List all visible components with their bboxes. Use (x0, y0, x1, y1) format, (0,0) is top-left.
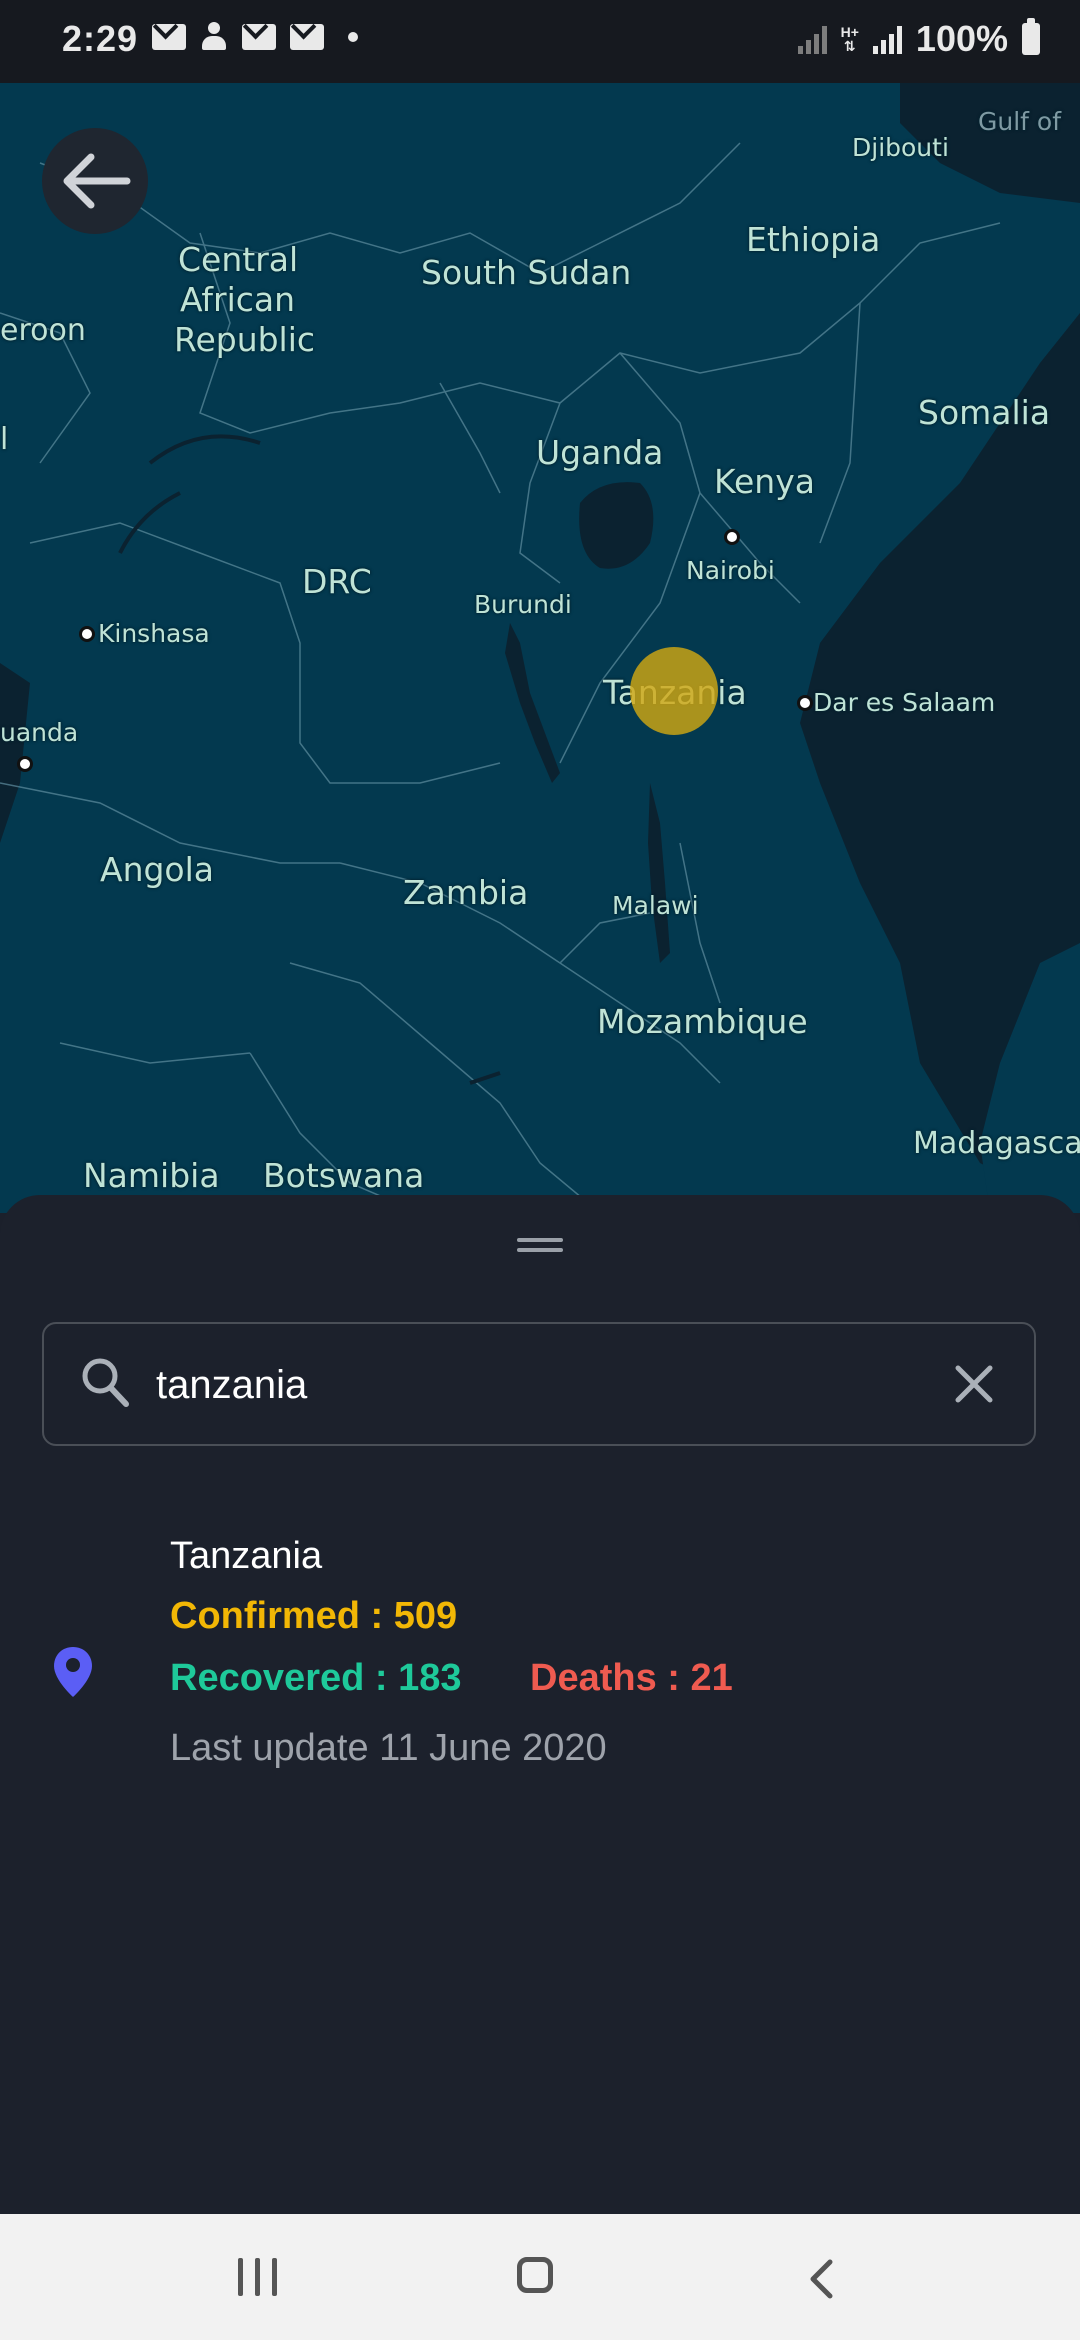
search-box (42, 1322, 1036, 1446)
gmail-icon (242, 24, 276, 50)
assistant-icon (200, 22, 228, 52)
map-label-central-african-republic: African (180, 280, 296, 319)
search-icon (82, 1358, 129, 1407)
country-marker[interactable] (630, 647, 718, 735)
map-view[interactable]: Djibouti Gulf of Ethiopia Central Africa… (0, 83, 1080, 1213)
map-label-djibouti: Djibouti (852, 133, 949, 162)
map-label-kenya: Kenya (714, 462, 815, 501)
map-label-nairobi: Nairobi (686, 556, 775, 585)
drag-handle[interactable] (517, 1238, 563, 1252)
map-label-drc: DRC (302, 562, 372, 601)
notification-icons (152, 22, 358, 52)
country-name: Tanzania (170, 1535, 323, 1577)
map-label-burundi: Burundi (474, 590, 572, 619)
map-label-madagascar: Madagasca (913, 1126, 1080, 1161)
map-label-cameroon: eroon (0, 313, 86, 348)
map-label-south-sudan: South Sudan (421, 253, 632, 292)
map-label-central-african-republic: Central (178, 240, 299, 279)
map-label-uganda: Uganda (536, 433, 664, 472)
map-label-somalia: Somalia (918, 393, 1051, 432)
map-city-dot-nairobi (724, 529, 740, 545)
recent-apps-button[interactable] (238, 2258, 277, 2296)
navigation-bar (0, 2214, 1080, 2340)
home-button[interactable] (517, 2257, 553, 2293)
location-pin-icon (54, 1647, 92, 1697)
confirmed-count: Confirmed : 509 (170, 1595, 458, 1637)
list-item[interactable]: Tanzania Confirmed : 509 Recovered : 183… (0, 1535, 1080, 1785)
back-button[interactable] (42, 128, 148, 234)
map-label-malawi: Malawi (612, 891, 699, 920)
map-label-kinshasa: Kinshasa (98, 619, 210, 648)
map-label-dar-es-salaam: Dar es Salaam (813, 688, 996, 717)
map-label-edge: l (0, 422, 9, 457)
close-icon[interactable] (952, 1362, 996, 1406)
recovered-count: Recovered : 183 (170, 1657, 462, 1699)
map-label-mozambique: Mozambique (597, 1002, 808, 1041)
gmail-icon (290, 24, 324, 50)
map-label-namibia: Namibia (83, 1156, 220, 1195)
map-label-angola: Angola (100, 850, 215, 889)
map-label-ethiopia: Ethiopia (746, 220, 881, 259)
map-label-gulf: Gulf of (978, 107, 1062, 136)
mail-icon (152, 24, 186, 50)
battery-percent: 100% (915, 18, 1008, 59)
search-input[interactable] (154, 1352, 858, 1418)
map-label-central-african-republic: Republic (174, 320, 316, 359)
status-time: 2:29 (62, 18, 139, 59)
network-type-icon: H+ ⇅ (840, 24, 859, 54)
bottom-sheet: Tanzania Confirmed : 509 Recovered : 183… (0, 1195, 1080, 2215)
signal-icon (797, 24, 827, 54)
back-nav-icon[interactable] (808, 2258, 834, 2300)
more-notifications-icon (348, 32, 358, 42)
signal-icon (872, 24, 902, 54)
map-city-dot-kinshasa (79, 626, 95, 642)
deaths-count: Deaths : 21 (530, 1657, 733, 1699)
status-bar: 2:29 H+ ⇅ 100% (0, 0, 1080, 83)
map-city-dot-dar-es-salaam (797, 695, 813, 711)
map-label-luanda: uanda (0, 718, 79, 747)
map-label-botswana: Botswana (263, 1156, 425, 1195)
map-label-zambia: Zambia (403, 873, 529, 912)
map-city-dot-luanda (17, 756, 33, 772)
system-icons: H+ ⇅ 100% (797, 18, 1040, 60)
battery-icon (1022, 18, 1040, 55)
last-update-text: Last update 11 June 2020 (170, 1727, 607, 1769)
arrow-left-icon (63, 153, 131, 209)
